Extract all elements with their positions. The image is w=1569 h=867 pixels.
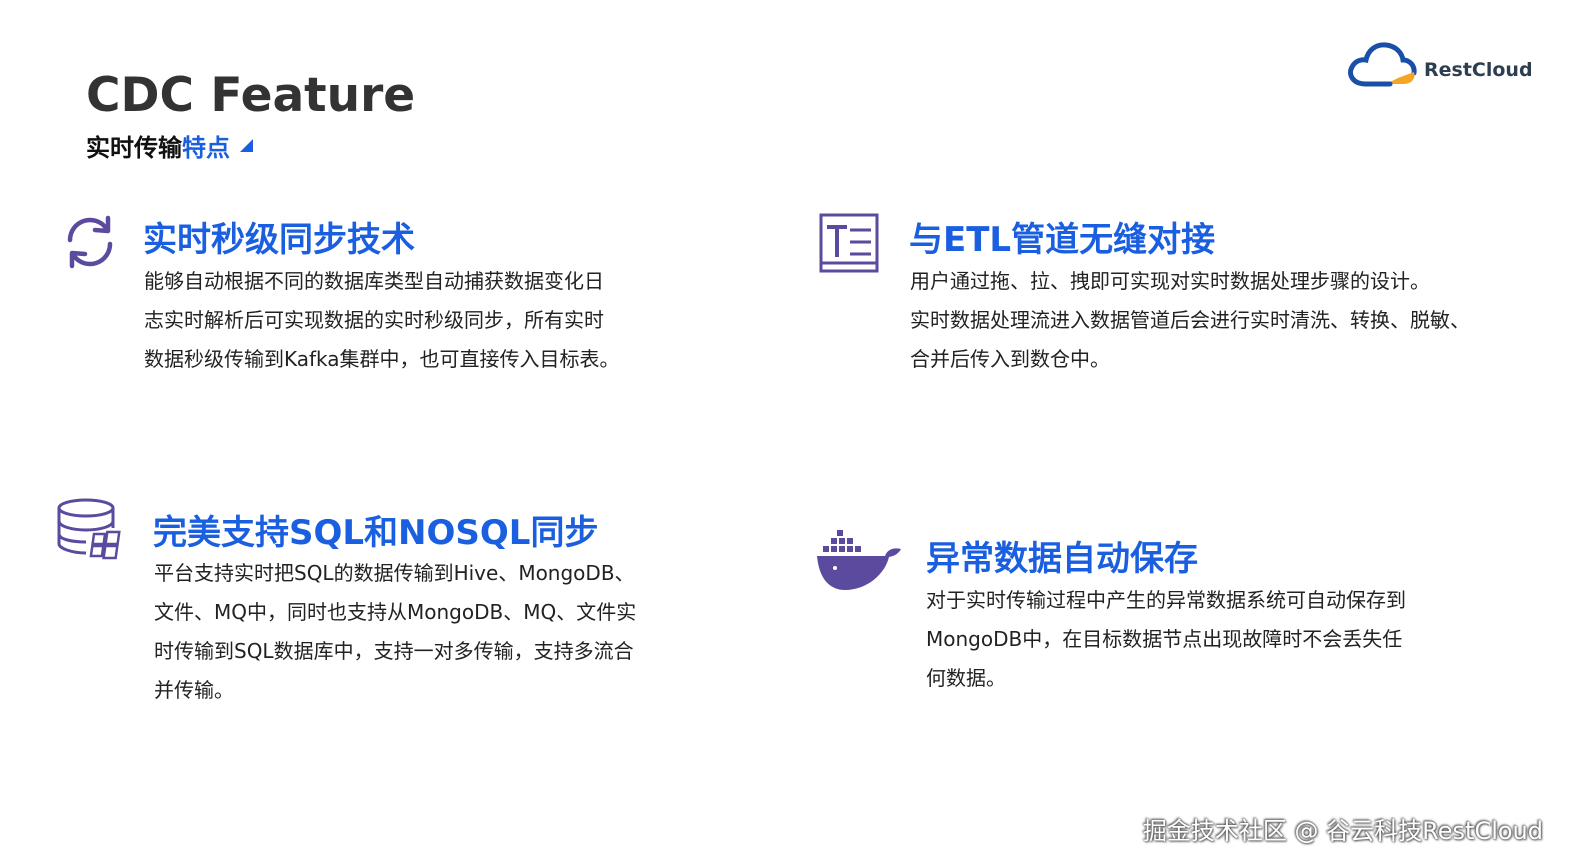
feature-line: MongoDB中，在目标数据节点出现故障时不会丢失任 <box>926 627 1403 651</box>
logo-text: RestCloud <box>1424 59 1533 81</box>
feature-line: 实时数据处理流进入数据管道后会进行实时清洗、转换、脱敏、 <box>910 308 1470 332</box>
feature-line: 用户通过拖、拉、拽即可实现对实时数据处理步骤的设计。 <box>910 269 1430 293</box>
feature-line: 能够自动根据不同的数据库类型自动捕获数据变化日 <box>144 269 604 293</box>
feature-line: 何数据。 <box>926 666 1006 690</box>
watermark: 掘金技术社区 @ 谷云科技RestCloud <box>1142 817 1543 845</box>
cloud-logo-icon <box>1348 42 1417 87</box>
feature-line: 合并后传入到数仓中。 <box>910 347 1110 371</box>
sync-refresh-icon <box>62 214 118 274</box>
database-windows-icon <box>56 498 122 564</box>
feature-line: 志实时解析后可实现数据的实时秒级同步，所有实时 <box>144 308 604 332</box>
feature-title-sql: 完美支持SQL和NOSQL同步 <box>153 513 599 553</box>
feature-line: 对于实时传输过程中产生的异常数据系统可自动保存到 <box>926 588 1406 612</box>
page-subtitle: 实时传输 特点 <box>86 128 253 163</box>
feature-body-exception: 对于实时传输过程中产生的异常数据系统可自动保存到 MongoDB中，在目标数据节… <box>926 581 1406 698</box>
page-title: CDC Feature <box>86 68 416 123</box>
feature-line: 平台支持实时把SQL的数据传输到Hive、MongoDB、 <box>154 561 635 585</box>
restcloud-logo: RestCloud <box>1346 40 1533 90</box>
feature-body-sync: 能够自动根据不同的数据库类型自动捕获数据变化日 志实时解析后可实现数据的实时秒级… <box>144 262 620 379</box>
feature-line: 数据秒级传输到Kafka集群中，也可直接传入目标表。 <box>144 347 620 371</box>
text-editor-icon <box>819 213 879 277</box>
feature-line: 时传输到SQL数据库中，支持一对多传输，支持多流合 <box>154 639 634 663</box>
feature-line: 并传输。 <box>154 678 234 702</box>
feature-body-sql: 平台支持实时把SQL的数据传输到Hive、MongoDB、 文件、MQ中，同时也… <box>154 554 636 710</box>
triangle-marker-icon <box>240 139 253 152</box>
feature-title-exception: 异常数据自动保存 <box>926 539 1198 579</box>
docker-whale-icon <box>815 528 903 598</box>
feature-body-etl: 用户通过拖、拉、拽即可实现对实时数据处理步骤的设计。 实时数据处理流进入数据管道… <box>910 262 1470 379</box>
feature-title-sync: 实时秒级同步技术 <box>143 220 415 260</box>
subtitle-black: 实时传输 <box>86 134 182 162</box>
feature-title-etl: 与ETL管道无缝对接 <box>909 220 1216 260</box>
subtitle-blue: 特点 <box>182 134 230 162</box>
feature-line: 文件、MQ中，同时也支持从MongoDB、MQ、文件实 <box>154 600 637 624</box>
